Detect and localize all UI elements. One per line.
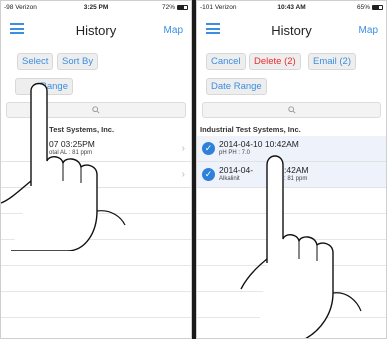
phone-screen-left: -98 Verizon 3:25 PM 72% History Map Sele…	[0, 0, 192, 339]
history-row[interactable]: ✓ 2014-04- :42AM Alkalinit : 81 ppm	[197, 162, 386, 188]
section-header: l Test Systems, Inc.	[45, 125, 115, 134]
phone-screen-right: -101 Verizon 10:43 AM 65% History Map Ca…	[196, 0, 387, 339]
chevron-right-icon: ›	[181, 143, 185, 154]
nav-bar: History Map	[197, 17, 386, 43]
list-separator	[1, 213, 191, 214]
list-separator	[197, 239, 386, 240]
row-subtitle: pH PH : 7.0	[219, 150, 251, 156]
history-row[interactable]: 07 03:25PM otal AL : 81 ppm ›	[1, 136, 191, 162]
section-header: Industrial Test Systems, Inc.	[200, 125, 301, 134]
nav-title: History	[75, 23, 117, 38]
map-button[interactable]: Map	[359, 25, 378, 36]
status-bar: -98 Verizon 3:25 PM 72%	[1, 1, 191, 13]
date-range-button[interactable]: Range	[15, 78, 73, 95]
battery-icon	[372, 4, 383, 10]
history-row[interactable]: 07 03:15PM AL : 83 ppm ›	[1, 162, 191, 188]
history-row[interactable]: ✓ 2014-04-10 10:42AM pH PH : 7.0	[197, 136, 386, 162]
date-range-button[interactable]: Date Range	[206, 78, 267, 95]
row-subtitle: otal AL : 81 ppm	[49, 150, 93, 156]
search-input[interactable]	[202, 102, 381, 118]
search-input[interactable]	[6, 102, 186, 118]
chevron-right-icon: ›	[181, 169, 185, 180]
battery-icon	[176, 4, 188, 10]
status-carrier: -101 Verizon	[200, 3, 237, 11]
row-subtitle: AL : 83 ppm	[49, 176, 82, 182]
row-subtitle-end: : 81 ppm	[284, 176, 308, 182]
list-separator	[197, 265, 386, 266]
cancel-button[interactable]: Cancel	[206, 53, 246, 70]
list-separator	[1, 317, 191, 318]
row-title: 2014-04-10 10:42AM	[219, 139, 299, 149]
status-carrier: -98 Verizon	[4, 3, 37, 11]
list-separator	[197, 213, 386, 214]
status-bar: -101 Verizon 10:43 AM 65%	[197, 1, 386, 13]
nav-bar: History Map	[1, 17, 191, 43]
row-title: 2014-04-	[219, 165, 254, 175]
sort-by-button[interactable]: Sort By	[57, 53, 99, 70]
map-button[interactable]: Map	[164, 25, 183, 36]
status-battery-percent: 65%	[356, 3, 370, 11]
row-subtitle: Alkalinit	[219, 176, 240, 182]
list-separator	[1, 239, 191, 240]
row-title: 07 03:25PM	[49, 139, 95, 149]
list-separator	[1, 265, 191, 266]
checkmark-icon[interactable]: ✓	[202, 168, 215, 181]
status-battery-percent: 72%	[161, 3, 175, 11]
row-title: 07 03:15PM	[49, 165, 95, 175]
list-separator	[197, 317, 386, 318]
status-time: 3:25 PM	[83, 3, 109, 11]
status-time: 10:43 AM	[277, 3, 306, 11]
list-separator	[1, 291, 191, 292]
select-button[interactable]: Select	[17, 53, 54, 70]
row-title-end: :42AM	[284, 165, 309, 175]
delete-button[interactable]: Delete (2)	[249, 53, 301, 70]
checkmark-icon[interactable]: ✓	[202, 142, 215, 155]
search-icon	[92, 106, 100, 114]
email-button[interactable]: Email (2)	[308, 53, 357, 70]
search-icon	[287, 106, 296, 114]
list-separator	[197, 291, 386, 292]
